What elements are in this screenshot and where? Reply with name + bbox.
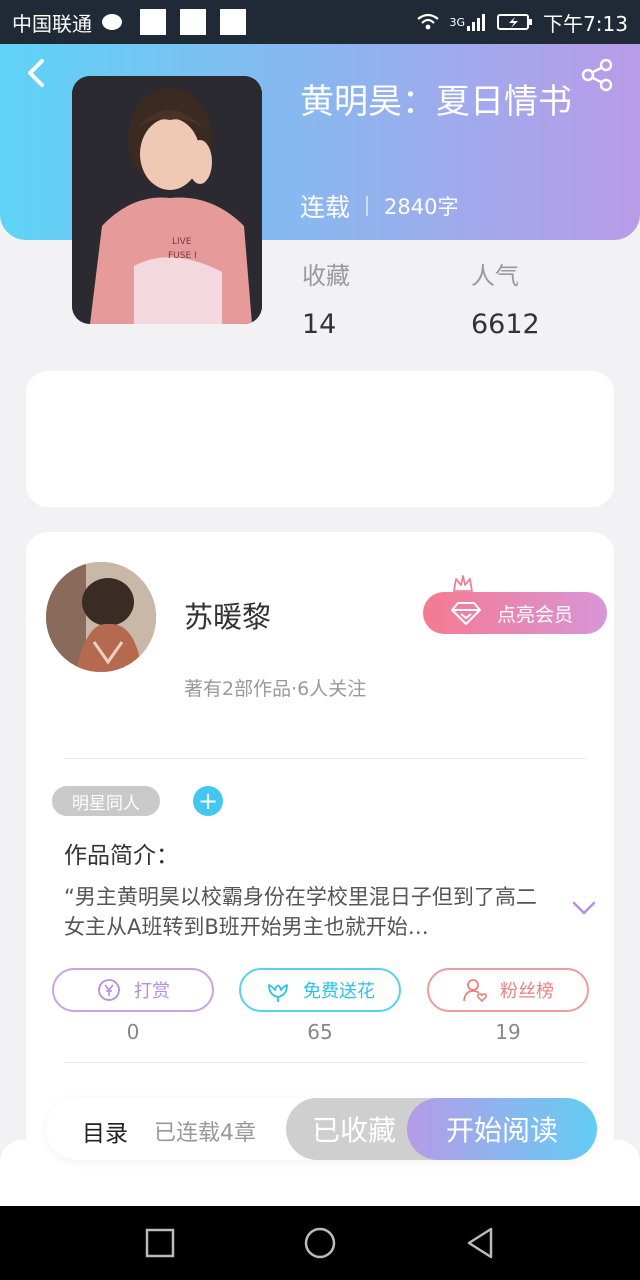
signal-icon [467,14,486,31]
intro-heading: 作品简介： [64,843,179,869]
send-flower-label: 免费送花 [303,981,375,1002]
author-meta: 著有2部作品·6人关注 [184,678,367,700]
divider [64,1062,586,1063]
intro-text: “男主黄明昊以校霸身份在学校里混日子但到了高二女主从A班转到B班开始男主也就开始… [64,885,537,939]
notification-icon [140,9,166,35]
stat-favorites: 收藏 14 [302,256,350,340]
clock: 下午7:13 [543,11,628,36]
vip-button[interactable]: 点亮会员 [423,592,607,634]
start-reading-label: 开始阅读 [445,1114,558,1147]
yen-icon [98,979,120,1001]
add-tag-button[interactable]: + [193,786,223,816]
blank-card [26,371,614,507]
stat-label: 收藏 [302,262,350,290]
chapters-info: 已连载4章 [154,1121,256,1146]
notification-icon [220,9,246,35]
back-icon[interactable] [22,58,52,88]
vip-label: 点亮会员 [497,603,574,626]
word-count: 2840字 [384,195,459,219]
fans-ranking-button[interactable]: 粉丝榜 [427,968,589,1012]
collected-label: 已收藏 [312,1114,397,1147]
chat-icon [102,14,122,30]
svg-text:LIVE: LIVE [172,237,192,247]
stat-value: 6612 [471,309,540,340]
book-cover[interactable]: LIVE FUSE I [72,76,262,324]
book-title: 黄明昊：夏日情书 [300,82,572,122]
divider [366,196,369,216]
flower-count: 65 [307,1020,333,1044]
status-bar: 中国联通 3G 下午7:13 [0,0,640,44]
nav-back-icon[interactable] [461,1224,499,1262]
diamond-icon [451,602,481,625]
genre-tag[interactable]: 明星同人 [52,786,160,816]
fans-count: 19 [495,1020,521,1044]
svg-text:FUSE I: FUSE I [168,251,197,261]
reward-count: 0 [126,1020,140,1044]
notification-icon [180,9,206,35]
battery-icon [497,14,533,30]
nav-circle-icon[interactable] [301,1224,339,1262]
start-reading-button[interactable]: 开始阅读 [407,1098,597,1160]
book-meta: 连载 2840字 [300,188,458,224]
plus-icon: + [197,787,219,815]
catalog-button[interactable]: 目录 [82,1114,128,1148]
reward-label: 打赏 [134,981,170,1002]
divider [64,758,586,759]
reward-button[interactable]: 打赏 [52,968,214,1012]
avatar[interactable] [46,562,156,672]
avatar-image [46,562,156,672]
navigation-bar [0,1206,640,1280]
flower-icon [268,984,288,1002]
cover-image: LIVE FUSE I [72,76,262,324]
stat-popularity: 人气 6612 [471,256,540,340]
nav-square-icon[interactable] [141,1224,179,1262]
carrier-label: 中国联通 [12,11,92,36]
fans-icon [463,979,488,1003]
stat-value: 14 [302,309,337,340]
wifi-icon [416,13,439,30]
crown-icon [453,575,473,592]
chevron-down-icon[interactable] [572,900,596,916]
fans-ranking-label: 粉丝榜 [500,981,554,1002]
send-flower-button[interactable]: 免费送花 [239,968,401,1012]
stat-label: 人气 [471,262,519,290]
network-type: 3G [449,15,466,29]
serial-status: 连载 [300,193,351,222]
author-name[interactable]: 苏暖黎 [184,594,271,636]
